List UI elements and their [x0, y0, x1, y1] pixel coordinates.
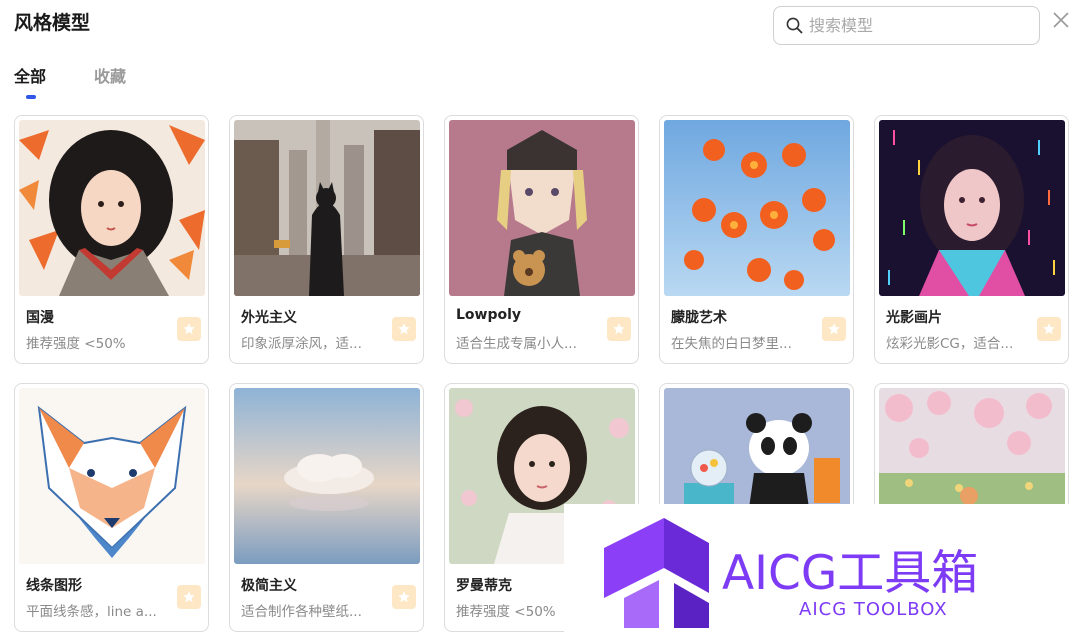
model-description: 推荐强度 <50% [456, 604, 556, 620]
tab-bar: 全部 收藏 [14, 66, 126, 99]
star-icon [613, 323, 625, 335]
search-input[interactable] [809, 16, 1009, 35]
model-description: 印象派厚涂风，适... [241, 336, 362, 352]
star-icon [828, 323, 840, 335]
close-icon[interactable] [1050, 9, 1072, 31]
model-thumbnail [449, 120, 635, 296]
model-name: 线条图形 [26, 578, 82, 594]
model-thumbnail [19, 120, 205, 296]
model-name: 极简主义 [241, 578, 297, 594]
model-description: 在失焦的白日梦里... [671, 336, 792, 352]
model-name: 光影画片 [886, 310, 942, 326]
brand-logo-icon [604, 518, 709, 628]
favorite-button[interactable] [177, 317, 201, 341]
model-card-hazy-art[interactable]: 朦胧艺术 在失焦的白日梦里... [659, 115, 854, 364]
model-thumbnail [879, 120, 1065, 296]
model-card-line-graphic[interactable]: 线条图形 平面线条感，line a... [14, 383, 209, 632]
favorite-button[interactable] [392, 317, 416, 341]
model-thumbnail [234, 388, 420, 564]
model-name: 罗曼蒂克 [456, 578, 512, 594]
favorite-button[interactable] [822, 317, 846, 341]
page-title: 风格模型 [14, 12, 91, 34]
model-thumbnail [664, 120, 850, 296]
model-name: 外光主义 [241, 310, 297, 326]
model-thumbnail [234, 120, 420, 296]
model-description: 推荐强度 <50% [26, 336, 126, 352]
model-name: 朦胧艺术 [671, 310, 727, 326]
model-card-guoman[interactable]: 国漫 推荐强度 <50% [14, 115, 209, 364]
model-card-lowpoly[interactable]: Lowpoly 适合生成专属小人... [444, 115, 639, 364]
star-icon [398, 591, 410, 603]
model-description: 平面线条感，line a... [26, 604, 157, 620]
model-thumbnail [19, 388, 205, 564]
favorite-button[interactable] [1037, 317, 1061, 341]
search-box[interactable] [773, 6, 1040, 45]
tab-all[interactable]: 全部 [14, 66, 46, 99]
watermark-title: AICG工具箱 [722, 546, 979, 601]
model-description: 适合制作各种壁纸... [241, 604, 362, 620]
favorite-button[interactable] [607, 317, 631, 341]
tab-favorites[interactable]: 收藏 [94, 66, 126, 88]
model-card-light-shadow[interactable]: 光影画片 炫彩光影CG，适合... [874, 115, 1069, 364]
model-name: Lowpoly [456, 307, 522, 323]
star-icon [398, 323, 410, 335]
model-name: 国漫 [26, 310, 54, 326]
star-icon [183, 591, 195, 603]
favorite-button[interactable] [177, 585, 201, 609]
watermark-banner: AICG工具箱 AICG TOOLBOX [564, 504, 1080, 641]
watermark-subtitle: AICG TOOLBOX [799, 599, 948, 620]
favorite-button[interactable] [392, 585, 416, 609]
star-icon [1043, 323, 1055, 335]
search-icon [786, 17, 803, 34]
model-card-pleinairism[interactable]: 外光主义 印象派厚涂风，适... [229, 115, 424, 364]
star-icon [183, 323, 195, 335]
model-description: 炫彩光影CG，适合... [886, 336, 1014, 352]
model-card-minimalism[interactable]: 极简主义 适合制作各种壁纸... [229, 383, 424, 632]
model-description: 适合生成专属小人... [456, 336, 577, 352]
